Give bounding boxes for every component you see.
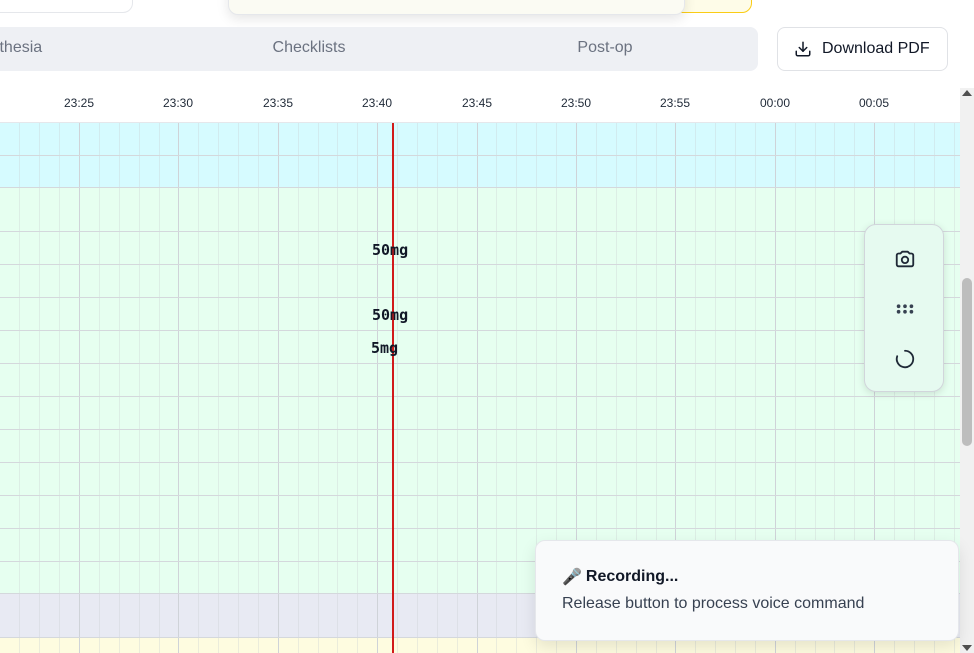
dose-label[interactable]: 50mg — [372, 241, 408, 259]
minor-grid-line — [357, 123, 358, 653]
major-grid-line — [477, 123, 478, 653]
toast-title-text: Recording... — [585, 568, 679, 585]
minor-grid-line — [298, 123, 299, 653]
row-divider — [0, 231, 960, 232]
recording-toast: 🎤 Recording... Release button to process… — [535, 540, 959, 641]
download-icon — [795, 41, 811, 57]
minor-grid-line — [337, 123, 338, 653]
time-tick: 23:40 — [361, 96, 393, 110]
top-popover-fragment — [228, 0, 685, 15]
time-tick: 00:05 — [858, 96, 890, 110]
minor-grid-line — [139, 123, 140, 653]
row-divider — [0, 396, 960, 397]
camera-button[interactable] — [885, 239, 925, 279]
vertical-scrollbar[interactable] — [960, 88, 974, 653]
current-time-line — [392, 123, 394, 653]
dose-label[interactable]: 5mg — [371, 339, 398, 357]
tab-checklists[interactable]: Checklists — [189, 27, 429, 71]
more-options-button[interactable] — [885, 289, 925, 329]
camera-icon — [895, 250, 915, 268]
microphone-icon: 🎤 — [562, 569, 582, 586]
minor-grid-line — [119, 123, 120, 653]
row-divider — [0, 187, 960, 188]
minor-grid-line — [457, 123, 458, 653]
minor-grid-line — [159, 123, 160, 653]
scrollbar-thumb[interactable] — [962, 278, 972, 446]
minor-grid-line — [417, 123, 418, 653]
row-divider — [0, 297, 960, 298]
minor-grid-line — [437, 123, 438, 653]
row-divider — [0, 264, 960, 265]
major-grid-line — [79, 123, 80, 653]
voice-processing-button[interactable] — [885, 339, 925, 379]
major-grid-line — [178, 123, 179, 653]
dots-grid-icon — [896, 304, 914, 314]
row-divider — [0, 363, 960, 364]
minor-grid-line — [59, 123, 60, 653]
minor-grid-line — [218, 123, 219, 653]
time-tick: 23:35 — [262, 96, 294, 110]
top-left-field-fragment[interactable] — [0, 0, 133, 13]
time-tick: 23:55 — [659, 96, 691, 110]
minor-grid-line — [397, 123, 398, 653]
floating-toolbar — [864, 224, 944, 392]
time-tick: 23:45 — [461, 96, 493, 110]
scroll-up-arrow-icon[interactable] — [962, 90, 972, 96]
minor-grid-line — [238, 123, 239, 653]
minor-grid-line — [19, 123, 20, 653]
row-divider — [0, 330, 960, 331]
minor-grid-line — [198, 123, 199, 653]
download-pdf-button[interactable]: Download PDF — [777, 27, 948, 71]
tab-post-op-label: Post-op — [577, 39, 633, 56]
minor-grid-line — [318, 123, 319, 653]
tab-anesthesia-label: Anesthesia — [0, 39, 43, 56]
minor-grid-line — [258, 123, 259, 653]
medications-band — [0, 187, 960, 593]
tab-anesthesia[interactable]: Anesthesia — [0, 27, 100, 71]
row-divider — [0, 495, 960, 496]
tab-checklists-label: Checklists — [272, 39, 346, 56]
loading-spinner-icon — [895, 349, 915, 369]
dose-label[interactable]: 50mg — [372, 306, 408, 324]
scroll-down-arrow-icon[interactable] — [962, 645, 972, 651]
major-grid-line — [278, 123, 279, 653]
time-tick: 00:00 — [759, 96, 791, 110]
row-divider — [0, 155, 960, 156]
minor-grid-line — [99, 123, 100, 653]
row-divider — [0, 462, 960, 463]
toast-title: 🎤 Recording... — [562, 567, 932, 587]
minor-grid-line — [496, 123, 497, 653]
time-tick: 23:50 — [560, 96, 592, 110]
major-grid-line — [377, 123, 378, 653]
download-pdf-label: Download PDF — [822, 40, 930, 57]
record-tabs: Anesthesia Checklists Post-op — [0, 27, 758, 71]
time-tick: 23:30 — [162, 96, 194, 110]
tab-post-op[interactable]: Post-op — [485, 27, 725, 71]
row-divider — [0, 429, 960, 430]
toast-description: Release button to process voice command — [562, 595, 865, 612]
row-divider — [0, 528, 960, 529]
time-tick: 23:25 — [63, 96, 95, 110]
minor-grid-line — [516, 123, 517, 653]
minor-grid-line — [39, 123, 40, 653]
anesthesia-record-view: Anesthesia Checklists Post-op Download P… — [0, 0, 974, 653]
timeline-header: 23:25 23:30 23:35 23:40 23:45 23:50 23:5… — [0, 88, 960, 123]
